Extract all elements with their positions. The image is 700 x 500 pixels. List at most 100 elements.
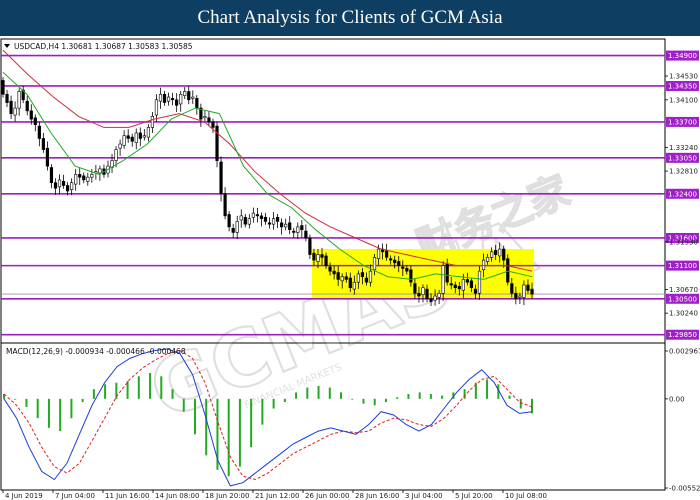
macd-histogram-bar bbox=[25, 398, 28, 407]
candle-body bbox=[134, 132, 138, 143]
level-label: 1.30500 bbox=[668, 295, 697, 303]
candle-body bbox=[142, 135, 146, 138]
candle-body bbox=[29, 110, 33, 120]
candle-body bbox=[356, 273, 360, 283]
candle-body bbox=[340, 276, 344, 282]
candle-body bbox=[441, 265, 445, 294]
candle-body bbox=[461, 279, 465, 291]
candle-body bbox=[122, 135, 126, 146]
candle-body bbox=[312, 252, 316, 261]
candle-body bbox=[449, 283, 453, 286]
candle-body bbox=[5, 93, 9, 103]
candle-body bbox=[183, 91, 187, 96]
candle-body bbox=[376, 248, 381, 260]
candle-body bbox=[235, 221, 239, 233]
macd-histogram-bar bbox=[149, 373, 152, 399]
level-label: 1.33700 bbox=[668, 118, 697, 126]
candle-body bbox=[263, 216, 268, 222]
macd-histogram-bar bbox=[519, 398, 522, 409]
macd-histogram-bar bbox=[384, 398, 387, 403]
candle-body bbox=[53, 182, 58, 189]
candle-body bbox=[195, 98, 199, 109]
candle-body bbox=[207, 117, 211, 123]
macd-histogram-bar bbox=[14, 398, 17, 400]
candle-body bbox=[223, 193, 227, 217]
time-tick-label: 11 Jun 16:00 bbox=[105, 492, 149, 500]
macd-tick-label: -0.005529 bbox=[669, 485, 700, 493]
symbol-info: USDCAD,H4 1.30681 1.30687 1.30583 1.3058… bbox=[14, 42, 193, 51]
candle-body bbox=[514, 292, 518, 300]
chart-banner-title: Chart Analysis for Clients of GCM Asia bbox=[0, 0, 700, 36]
level-label: 1.34350 bbox=[668, 82, 697, 90]
macd-histogram-bar bbox=[463, 389, 466, 399]
time-tick-label: 14 Jun 08:00 bbox=[155, 492, 199, 500]
candle-body bbox=[485, 257, 490, 262]
candle-body bbox=[393, 259, 397, 264]
candle-body bbox=[90, 174, 94, 178]
candle-body bbox=[118, 143, 122, 149]
candle-body bbox=[332, 270, 336, 275]
candle-body bbox=[292, 230, 296, 233]
macd-histogram-bar bbox=[351, 398, 354, 400]
macd-tick-label: 0.002967 bbox=[669, 348, 700, 356]
candle-body bbox=[158, 93, 163, 102]
macd-histogram-bar bbox=[306, 387, 309, 399]
price-tick-label: 1.34100 bbox=[669, 96, 698, 104]
candle-body bbox=[57, 179, 62, 188]
time-tick-label: 7 Jun 04:00 bbox=[55, 492, 95, 500]
candle-body bbox=[74, 174, 78, 185]
macd-histogram-bar bbox=[373, 398, 376, 406]
price-tick-label: 1.30670 bbox=[669, 286, 698, 294]
candle-body bbox=[66, 185, 70, 192]
macd-histogram-bar bbox=[171, 389, 174, 399]
price-tick-label: 1.32810 bbox=[669, 168, 698, 176]
price-chart-area[interactable]: GCMASIA 财务之家 FINANCIAL MARKETS 1.349001.… bbox=[0, 36, 700, 500]
candle-body bbox=[518, 295, 522, 298]
candle-body bbox=[425, 288, 429, 300]
level-label: 1.32400 bbox=[668, 190, 697, 198]
candle-body bbox=[344, 276, 348, 280]
macd-histogram-bar bbox=[429, 394, 432, 399]
candle-body bbox=[316, 254, 320, 262]
candle-body bbox=[465, 279, 469, 283]
macd-histogram-bar bbox=[36, 398, 39, 419]
macd-histogram-bar bbox=[193, 398, 196, 435]
macd-histogram-bar bbox=[508, 395, 511, 399]
candle-body bbox=[360, 272, 364, 277]
macd-histogram-bar bbox=[340, 392, 343, 399]
candle-body bbox=[126, 135, 130, 139]
macd-histogram-bar bbox=[81, 398, 84, 403]
candle-body bbox=[219, 161, 223, 195]
time-tick-label: 18 Jun 20:00 bbox=[205, 492, 249, 500]
candle-body bbox=[61, 181, 66, 186]
macd-histogram-bar bbox=[486, 379, 489, 399]
time-axis: 4 Jun 2019 7 Jun 04:00 11 Jun 16:00 14 Jun … bbox=[2, 490, 547, 500]
macd-histogram-bar bbox=[92, 389, 95, 399]
time-tick-label: 10 Jul 08:00 bbox=[505, 492, 547, 500]
candle-body bbox=[146, 127, 150, 138]
candle-body bbox=[389, 258, 393, 261]
candle-body bbox=[179, 93, 183, 105]
macd-label: MACD(12,26,9) -0.000934 -0.000466 -0.000… bbox=[6, 347, 186, 356]
candle-body bbox=[78, 174, 82, 178]
level-label: 1.34900 bbox=[668, 52, 697, 60]
candle-body bbox=[162, 93, 167, 103]
candle-body bbox=[1, 80, 5, 95]
macd-histogram-bar bbox=[328, 387, 331, 399]
macd-histogram-bar bbox=[261, 398, 264, 425]
macd-histogram-bar bbox=[272, 398, 275, 409]
candle-body bbox=[368, 270, 373, 283]
macd-histogram-bar bbox=[47, 398, 50, 428]
candle-body bbox=[469, 280, 474, 289]
candle-body bbox=[510, 283, 514, 294]
macd-histogram-bar bbox=[317, 385, 320, 399]
macd-histogram-bar bbox=[160, 376, 163, 399]
candle-body bbox=[498, 248, 502, 257]
time-tick-label: 5 Jul 20:00 bbox=[455, 492, 493, 500]
level-label: 1.31100 bbox=[668, 262, 697, 270]
time-tick-label: 26 Jun 00:00 bbox=[305, 492, 349, 500]
candle-body bbox=[9, 100, 13, 114]
time-tick-label: 4 Jun 2019 bbox=[5, 492, 43, 500]
candle-body bbox=[138, 132, 142, 139]
candle-body bbox=[211, 121, 215, 128]
